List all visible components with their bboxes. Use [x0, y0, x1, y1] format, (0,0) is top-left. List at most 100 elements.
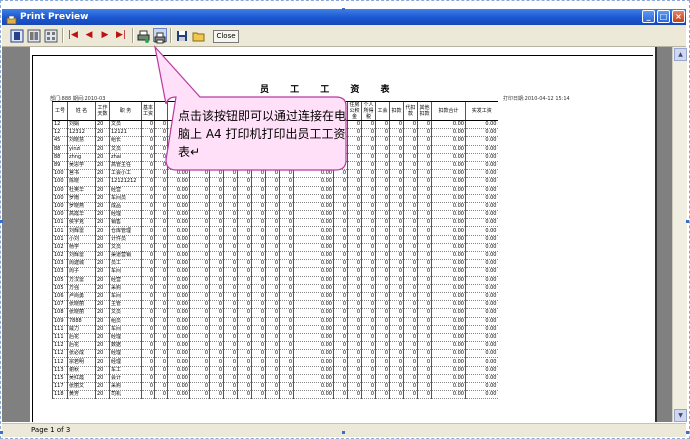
resize-handle[interactable]: [0, 431, 3, 434]
cell-value: 0: [189, 357, 210, 367]
vertical-scrollbar[interactable]: ▲ ▼: [672, 47, 687, 422]
cell-value: 0.00: [167, 186, 190, 195]
cell-value: 0.00: [293, 349, 334, 359]
cell-value: 0: [403, 341, 418, 351]
cell-id: 111: [52, 333, 68, 343]
cell-value: 0.00: [465, 259, 498, 269]
prev-page-button[interactable]: ◀: [82, 28, 96, 42]
cell-value: 0.00: [293, 267, 334, 277]
cell-value: 0.00: [293, 357, 334, 367]
resize-handle[interactable]: [0, 220, 3, 223]
cell-value: 0.00: [465, 243, 498, 253]
cell-value: 0: [389, 284, 404, 293]
cell-value: 0: [237, 382, 252, 392]
print-button[interactable]: [153, 28, 167, 44]
resize-handle[interactable]: [686, 220, 689, 223]
save-button[interactable]: [175, 28, 189, 42]
cell-value: 0.00: [431, 357, 466, 367]
last-page-button[interactable]: ▶|: [114, 28, 128, 42]
two-page-view-button[interactable]: [27, 28, 41, 43]
cell-value: 0: [141, 202, 155, 212]
cell-value: 0: [154, 235, 168, 244]
one-page-view-button[interactable]: [10, 28, 24, 43]
table-row: 112 后花 20 数据 0 0 0.00 0 0 0 0 0 0 0 0.00 0 0 0 0 0 0 0 0.00 0.0…: [52, 341, 498, 351]
table-row: 100 陈晓 20 12121212 0 0 0.00 0 0 0 0 0 0 0 0.00 0 0 0 0 0 0 0 0…: [52, 177, 498, 187]
cell-value: 0: [251, 292, 266, 302]
cell-value: 0: [375, 136, 390, 146]
minimize-button[interactable]: _: [642, 10, 655, 23]
cell-name: 方汉雷: [67, 276, 96, 285]
cell-value: 0: [154, 267, 168, 277]
cell-value: 0: [403, 349, 418, 359]
multi-page-view-button[interactable]: [44, 28, 58, 43]
cell-value: 0: [189, 333, 210, 343]
cell-value: 0: [223, 226, 238, 236]
cell-id: 100: [52, 169, 68, 179]
first-page-button[interactable]: |◀: [66, 28, 80, 42]
cell-value: 0: [333, 161, 348, 171]
maximize-button[interactable]: □: [657, 10, 670, 23]
cell-value: 0: [209, 308, 224, 318]
resize-handle[interactable]: [686, 431, 689, 434]
window-close-button[interactable]: ×: [672, 10, 685, 23]
cell-value: 0: [403, 161, 418, 171]
cell-value: 0: [389, 382, 404, 392]
resize-handle[interactable]: [342, 8, 345, 11]
cell-value: 0: [347, 390, 362, 400]
cell-name: 宗若明: [67, 357, 96, 367]
cell-value: 0: [251, 276, 266, 285]
cell-value: 0: [279, 259, 294, 269]
table-row: 103 周建城 20 员工 0 0 0.00 0 0 0 0 0 0 0 0.00 0 0 0 0 0 0 0 0.00 0.…: [52, 259, 498, 269]
cell-value: 0: [403, 210, 418, 220]
scroll-up-button[interactable]: ▲: [674, 48, 687, 61]
cell-id: 112: [52, 341, 68, 351]
print-setup-button[interactable]: [136, 28, 150, 43]
cell-value: 0: [154, 366, 168, 375]
cell-value: 0.00: [167, 317, 190, 326]
cell-value: 0.00: [431, 308, 466, 318]
cell-job: 文员: [109, 308, 142, 318]
toolbar-separator: [62, 28, 64, 43]
cell-job: 经理: [109, 210, 142, 220]
cell-value: 0: [375, 284, 390, 293]
cell-value: 0: [333, 308, 348, 318]
scroll-down-button[interactable]: ▼: [674, 409, 687, 422]
cell-value: 0: [375, 333, 390, 343]
cell-id: 100: [52, 194, 68, 203]
cell-value: 0: [417, 325, 432, 334]
cell-value: 0: [251, 300, 266, 310]
cell-value: 0: [403, 145, 418, 154]
cell-value: 0: [417, 276, 432, 285]
cell-value: 0.00: [431, 243, 466, 253]
cell-value: 0.00: [167, 382, 190, 392]
cell-value: 0: [375, 128, 390, 138]
table-row: 100 高霞华 20 经理 0 0 0.00 0 0 0 0 0 0 0 0.00 0 0 0 0 0 0 0 0.00 0.…: [52, 210, 498, 220]
cell-value: 0: [389, 308, 404, 318]
cell-days: 20: [95, 374, 110, 384]
app-icon: [6, 11, 17, 25]
window-titlebar[interactable]: Print Preview _ □ ×: [2, 9, 686, 25]
cell-name: 侯宇克: [67, 218, 96, 228]
next-page-button[interactable]: ▶: [98, 28, 112, 42]
resize-handle[interactable]: [342, 431, 345, 434]
cell-value: 0: [403, 136, 418, 146]
cell-value: 0: [141, 153, 155, 162]
cell-value: 0: [417, 284, 432, 293]
cell-value: 0.00: [167, 284, 190, 293]
cell-value: 0.00: [431, 366, 466, 375]
cell-id: 103: [52, 267, 68, 277]
preview-area[interactable]: 员 工 工 资 表 部门:888 期间:2010-03 打印日期:2010-04…: [2, 47, 672, 422]
cell-value: 0: [417, 153, 432, 162]
cell-days: 20: [95, 390, 110, 400]
cell-value: 0: [251, 349, 266, 359]
cell-value: 0.00: [293, 259, 334, 269]
table-row: 107 张晓丽 20 主管 0 0 0.00 0 0 0 0 0 0 0 0.00 0 0 0 0 0 0 0 0.00 0.…: [52, 300, 498, 310]
cell-value: 0.00: [431, 169, 466, 179]
cell-value: 0: [389, 357, 404, 367]
close-preview-button[interactable]: Close: [213, 30, 239, 43]
cell-value: 0: [141, 161, 155, 171]
cell-value: 0: [375, 390, 390, 400]
open-button[interactable]: [192, 28, 206, 42]
table-row: 100 杜英华 20 经营 0 0 0.00 0 0 0 0 0 0 0 0.00 0 0 0 0 0 0 0 0.00 0.…: [52, 186, 498, 195]
cell-value: 0: [417, 177, 432, 187]
